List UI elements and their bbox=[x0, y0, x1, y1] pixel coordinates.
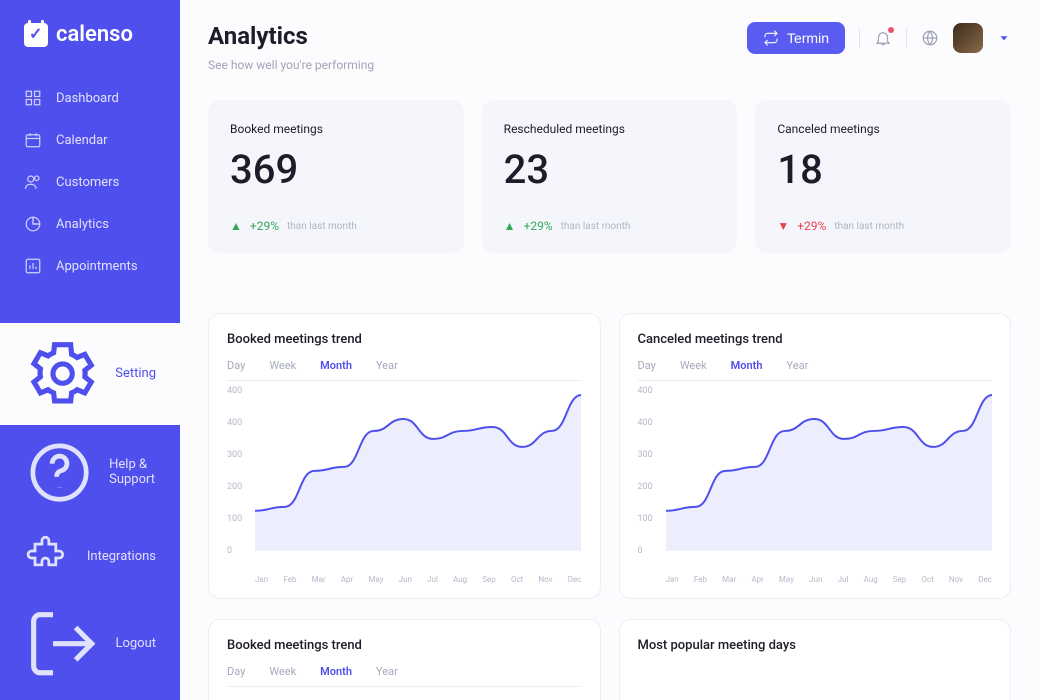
bell-icon[interactable] bbox=[874, 29, 892, 47]
termin-button[interactable]: Termin bbox=[747, 22, 845, 54]
grid-icon bbox=[24, 89, 42, 107]
trend-up-icon: ▲ bbox=[230, 219, 242, 233]
tab-day[interactable]: Day bbox=[227, 359, 245, 372]
stat-label: Canceled meetings bbox=[777, 122, 989, 136]
sidebar-item-analytics[interactable]: Analytics bbox=[0, 203, 180, 245]
sidebar-item-dashboard[interactable]: Dashboard bbox=[0, 77, 180, 119]
stats-cards: Booked meetings 369 ▲ +29% than last mon… bbox=[208, 100, 1011, 253]
sidebar-item-label: Appointments bbox=[56, 259, 138, 274]
chart-title: Booked meetings trend bbox=[227, 332, 582, 347]
tab-day[interactable]: Day bbox=[638, 359, 656, 372]
stat-delta: +29% bbox=[250, 219, 279, 233]
brand-name: calenso bbox=[56, 22, 133, 47]
tab-day[interactable]: Day bbox=[227, 665, 245, 678]
gear-icon bbox=[24, 335, 101, 412]
separator bbox=[859, 28, 860, 48]
chart-range-tabs: Day Week Month Year bbox=[638, 359, 993, 381]
chart-body: 4004003002001000 bbox=[227, 391, 582, 571]
chart-title: Booked meetings trend bbox=[227, 638, 582, 653]
chart-title: Most popular meeting days bbox=[638, 638, 993, 653]
logo[interactable]: calenso bbox=[0, 0, 180, 69]
chart-range-tabs: Day Week Month Year bbox=[227, 665, 582, 687]
sidebar-item-label: Integrations bbox=[87, 549, 156, 564]
tab-year[interactable]: Year bbox=[787, 359, 809, 372]
charts-row-2: Booked meetings trend Day Week Month Yea… bbox=[208, 619, 1011, 700]
chart-body: 4004003002001000 bbox=[638, 391, 993, 571]
stat-label: Rescheduled meetings bbox=[504, 122, 716, 136]
header-actions: Termin bbox=[747, 22, 1011, 54]
stat-card-booked: Booked meetings 369 ▲ +29% than last mon… bbox=[208, 100, 464, 253]
sidebar-item-help[interactable]: Help & Support bbox=[0, 425, 180, 520]
sidebar-item-label: Setting bbox=[115, 366, 156, 381]
stat-value: 18 bbox=[777, 146, 989, 193]
chart-booked-trend: Booked meetings trend Day Week Month Yea… bbox=[208, 313, 601, 599]
sidebar-item-customers[interactable]: Customers bbox=[0, 161, 180, 203]
users-icon bbox=[24, 173, 42, 191]
stat-delta: +29% bbox=[524, 219, 553, 233]
tab-week[interactable]: Week bbox=[680, 359, 707, 372]
tab-year[interactable]: Year bbox=[376, 359, 398, 372]
tab-month[interactable]: Month bbox=[320, 665, 352, 678]
termin-label: Termin bbox=[787, 30, 829, 46]
separator bbox=[906, 28, 907, 48]
sidebar-item-calendar[interactable]: Calendar bbox=[0, 119, 180, 161]
chart-title: Canceled meetings trend bbox=[638, 332, 993, 347]
stat-label: Booked meetings bbox=[230, 122, 442, 136]
sidebar-item-label: Help & Support bbox=[109, 457, 156, 487]
stat-card-rescheduled: Rescheduled meetings 23 ▲ +29% than last… bbox=[482, 100, 738, 253]
stat-comparison: than last month bbox=[561, 221, 631, 232]
chartbox-icon bbox=[24, 257, 42, 275]
sidebar-item-label: Logout bbox=[115, 636, 156, 651]
stat-comparison: than last month bbox=[287, 221, 357, 232]
charts-row-1: Booked meetings trend Day Week Month Yea… bbox=[208, 313, 1011, 599]
sidebar: calenso Dashboard Calendar Customers Ana… bbox=[0, 0, 180, 700]
header: Analytics See how well you're performing… bbox=[208, 22, 1011, 72]
nav-secondary: Setting Help & Support Integrations Logo… bbox=[0, 323, 180, 700]
logo-mark-icon bbox=[24, 23, 48, 47]
tab-week[interactable]: Week bbox=[269, 359, 296, 372]
calendar-icon bbox=[24, 131, 42, 149]
chart-canceled-trend: Canceled meetings trend Day Week Month Y… bbox=[619, 313, 1012, 599]
trend-up-icon: ▲ bbox=[504, 219, 516, 233]
tab-month[interactable]: Month bbox=[731, 359, 763, 372]
sidebar-item-label: Analytics bbox=[56, 217, 109, 232]
chart-popular-days: Most popular meeting days bbox=[619, 619, 1012, 700]
chart-booked-trend-2: Booked meetings trend Day Week Month Yea… bbox=[208, 619, 601, 700]
sidebar-item-appointments[interactable]: Appointments bbox=[0, 245, 180, 287]
tab-month[interactable]: Month bbox=[320, 359, 352, 372]
tab-year[interactable]: Year bbox=[376, 665, 398, 678]
stat-card-canceled: Canceled meetings 18 ▼ +29% than last mo… bbox=[755, 100, 1011, 253]
stat-delta: +29% bbox=[797, 219, 826, 233]
stat-value: 23 bbox=[504, 146, 716, 193]
sidebar-item-label: Dashboard bbox=[56, 91, 119, 106]
page-subtitle: See how well you're performing bbox=[208, 58, 374, 72]
tab-week[interactable]: Week bbox=[269, 665, 296, 678]
sidebar-item-logout[interactable]: Logout bbox=[0, 593, 180, 694]
main-content: Analytics See how well you're performing… bbox=[180, 0, 1039, 700]
avatar[interactable] bbox=[953, 23, 983, 53]
chevron-down-icon[interactable] bbox=[997, 31, 1011, 45]
page-title: Analytics bbox=[208, 22, 374, 50]
sidebar-item-integrations[interactable]: Integrations bbox=[0, 520, 180, 593]
repeat-icon bbox=[763, 30, 779, 46]
trend-down-icon: ▼ bbox=[777, 219, 789, 233]
globe-icon[interactable] bbox=[921, 29, 939, 47]
nav-primary: Dashboard Calendar Customers Analytics A… bbox=[0, 69, 180, 323]
sidebar-item-setting[interactable]: Setting bbox=[0, 323, 180, 424]
notification-dot-icon bbox=[888, 27, 894, 33]
stat-value: 369 bbox=[230, 146, 442, 193]
sidebar-item-label: Calendar bbox=[56, 133, 108, 148]
sidebar-item-label: Customers bbox=[56, 175, 119, 190]
logout-icon bbox=[24, 605, 101, 682]
puzzle-icon bbox=[24, 532, 73, 581]
chart-range-tabs: Day Week Month Year bbox=[227, 359, 582, 381]
stat-comparison: than last month bbox=[834, 221, 904, 232]
piechart-icon bbox=[24, 215, 42, 233]
help-icon bbox=[24, 437, 95, 508]
